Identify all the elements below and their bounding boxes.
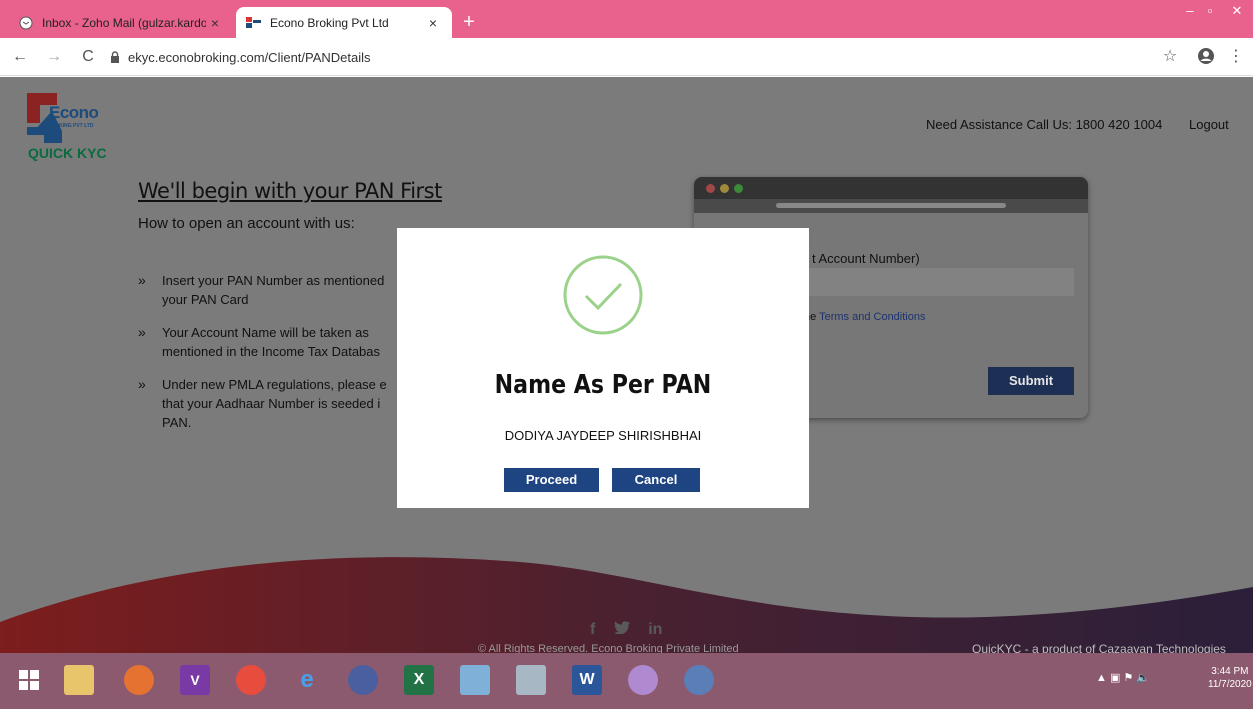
window-dot-icon [734, 184, 743, 193]
terms-text: he Terms and Conditions [804, 311, 926, 323]
modal-title: Name As Per PAN [494, 370, 712, 400]
new-tab-button[interactable]: + [458, 11, 480, 33]
quick-kyc-label: QUICK KYC [28, 145, 107, 161]
submit-button[interactable]: Submit [988, 367, 1074, 395]
calculator-icon[interactable] [516, 665, 546, 695]
windows-start-icon[interactable] [14, 665, 44, 695]
clock-time: 3:44 PM [1211, 666, 1249, 677]
close-tab-icon[interactable]: × [206, 15, 224, 31]
browser-toolbar: ← → C ekyc.econobroking.com/Client/PANDe… [0, 38, 1253, 76]
list-item: » Your Account Name will be taken as ment… [138, 324, 381, 359]
app-icon[interactable] [684, 665, 714, 695]
logout-link[interactable]: Logout [1189, 117, 1229, 132]
minimize-icon[interactable]: – [1180, 0, 1200, 22]
cancel-button[interactable]: Cancel [612, 468, 700, 492]
zoho-mail-icon [18, 15, 34, 31]
linkedin-icon[interactable]: in [648, 621, 662, 639]
mail-icon[interactable] [348, 665, 378, 695]
window-titlebar [694, 177, 1088, 199]
window-addressbar [694, 199, 1088, 213]
excel-icon[interactable]: X [404, 665, 434, 695]
menu-dots-icon[interactable]: ⋮ [1226, 47, 1246, 67]
pan-field-label: t Account Number) [812, 251, 920, 266]
internet-explorer-icon[interactable]: e [292, 665, 322, 695]
tab-title: Econo Broking Pvt Ltd [270, 15, 389, 30]
page-subheading: How to open an account with us: [138, 215, 355, 232]
list-item: » Under new PMLA regulations, please e th… [138, 376, 387, 430]
page-heading: We'll begin with your PAN First [138, 179, 442, 203]
social-links: f in [590, 621, 676, 639]
econo-favicon-icon [246, 15, 262, 31]
pan-name-value: DODIYA JAYDEEP SHIRISHBHAI [504, 428, 702, 443]
tab-title: Inbox - Zoho Mail (gulzar.kardor [42, 15, 206, 30]
clock-date: 11/7/2020 [1208, 679, 1252, 690]
word-icon[interactable]: W [572, 665, 602, 695]
lock-icon [110, 51, 120, 63]
close-window-icon[interactable]: ✕ [1221, 0, 1253, 22]
file-explorer-icon[interactable] [64, 665, 94, 695]
bookmark-star-icon[interactable]: ☆ [1160, 47, 1180, 67]
chevron-right-icon: » [138, 376, 146, 392]
proceed-button[interactable]: Proceed [504, 468, 599, 492]
twitter-icon[interactable] [613, 621, 630, 639]
assistance-text: Need Assistance Call Us: 1800 420 1004 [926, 117, 1163, 132]
window-dot-icon [706, 184, 715, 193]
chrome-icon[interactable] [236, 665, 266, 695]
steps-list: » Insert your PAN Number as mentioned you… [138, 271, 408, 446]
chevron-right-icon: » [138, 272, 146, 288]
back-icon[interactable]: ← [10, 47, 30, 67]
paint-icon[interactable] [628, 665, 658, 695]
pan-input[interactable] [804, 268, 1074, 296]
tab-econo-broking[interactable]: Econo Broking Pvt Ltd × [236, 7, 452, 38]
url-text: ekyc.econobroking.com/Client/PANDetails [128, 49, 371, 65]
logo-subtext: BROKING PVT LTD [48, 123, 94, 129]
system-tray[interactable]: ▲ ▣ ⚑ 🔈 [1096, 671, 1150, 684]
maximize-icon[interactable]: ▫ [1200, 0, 1220, 22]
profile-icon[interactable] [1196, 47, 1216, 67]
chevron-right-icon: » [138, 324, 146, 340]
forward-icon[interactable]: → [44, 47, 64, 67]
browser-tab-bar: Inbox - Zoho Mail (gulzar.kardor × Econo… [0, 0, 1253, 38]
facebook-icon[interactable]: f [590, 621, 595, 639]
reload-icon[interactable]: C [78, 47, 98, 67]
logo-text: Econo [49, 103, 99, 122]
name-confirm-modal: Name As Per PAN DODIYA JAYDEEP SHIRISHBH… [397, 228, 809, 508]
tab-inbox[interactable]: Inbox - Zoho Mail (gulzar.kardor × [8, 7, 234, 38]
terms-link[interactable]: Terms and Conditions [819, 311, 925, 323]
list-item: » Insert your PAN Number as mentioned you… [138, 272, 385, 307]
product-credit: QuicKYC - a product of Cazaayan Technolo… [972, 642, 1226, 653]
close-tab-icon[interactable]: × [424, 15, 442, 31]
windows-taskbar: V e X W ▲ ▣ ⚑ 🔈 3:44 PM 11/7/2020 [0, 653, 1253, 709]
window-dot-icon [720, 184, 729, 193]
firefox-icon[interactable] [124, 665, 154, 695]
check-circle-icon [563, 255, 643, 335]
notes-icon[interactable] [460, 665, 490, 695]
copyright-text: © All Rights Reserved. Econo Broking Pri… [478, 643, 739, 653]
address-bar[interactable]: ekyc.econobroking.com/Client/PANDetails [110, 46, 371, 68]
taskbar-clock[interactable]: 3:44 PM 11/7/2020 [1208, 665, 1252, 691]
vs-code-icon[interactable]: V [180, 665, 210, 695]
